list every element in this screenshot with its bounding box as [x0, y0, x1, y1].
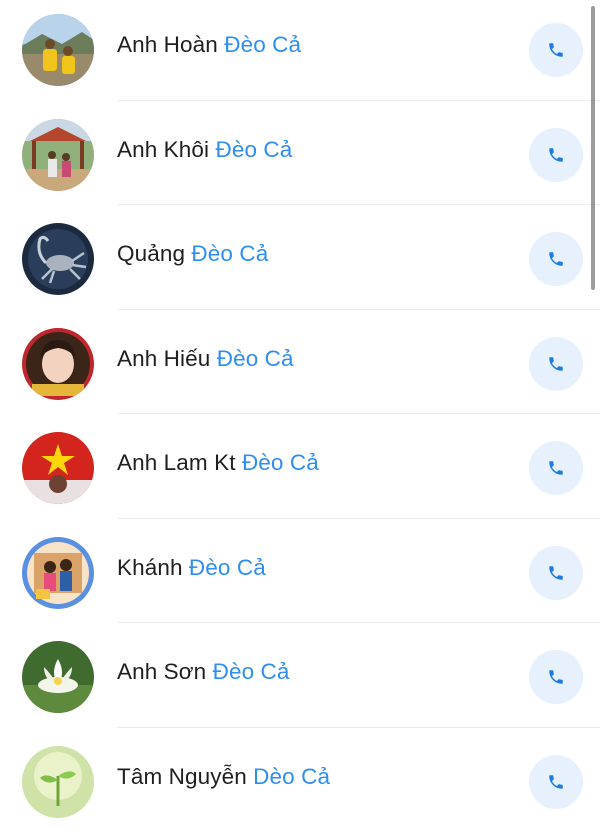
contact-name-highlight: Đèo Cả [224, 32, 301, 57]
contact-name-highlight: Dèo Cả [253, 764, 330, 789]
contact-name: Tâm Nguyễn Dèo Cả [117, 764, 330, 790]
contact-row-tam-nguyen[interactable]: Tâm Nguyễn Dèo Cả [0, 728, 600, 832]
contact-name: Anh Hiếu Đèo Cả [117, 346, 294, 372]
phone-icon [547, 668, 565, 686]
phone-icon [547, 250, 565, 268]
contact-avatar[interactable] [22, 537, 94, 609]
call-button[interactable] [529, 232, 583, 286]
contact-name: Anh Hoàn Đèo Cả [117, 32, 301, 58]
contact-row-anh-hieu[interactable]: Anh Hiếu Đèo Cả [0, 310, 600, 415]
call-button[interactable] [529, 128, 583, 182]
call-button[interactable] [529, 650, 583, 704]
contact-name-highlight: Đèo Cả [191, 241, 268, 266]
contact-first-name: Tâm Nguyễn [117, 764, 247, 789]
contact-first-name: Anh Khôi [117, 137, 209, 162]
contact-name: Anh Khôi Đèo Cả [117, 137, 292, 163]
contact-first-name: Anh Lam Kt [117, 450, 236, 475]
contact-row-anh-khoi[interactable]: Anh Khôi Đèo Cả [0, 101, 600, 206]
contact-name: Anh Lam Kt Đèo Cả [117, 450, 319, 476]
contact-first-name: Anh Hiếu [117, 346, 210, 371]
contact-name-highlight: Đèo Cả [213, 659, 290, 684]
contact-row-anh-son[interactable]: Anh Sơn Đèo Cả [0, 623, 600, 728]
scrollbar[interactable] [591, 6, 595, 290]
contact-avatar[interactable] [22, 641, 94, 713]
contact-row-anh-lam-kt[interactable]: Anh Lam Kt Đèo Cả [0, 414, 600, 519]
call-button[interactable] [529, 441, 583, 495]
phone-icon [547, 773, 565, 791]
contact-first-name: Quảng [117, 241, 185, 266]
contact-avatar[interactable] [22, 14, 94, 86]
call-button[interactable] [529, 755, 583, 809]
contact-first-name: Anh Sơn [117, 659, 206, 684]
contact-first-name: Anh Hoàn [117, 32, 218, 57]
contact-row-quang[interactable]: Quảng Đèo Cả [0, 205, 600, 310]
contact-list: Anh Hoàn Đèo Cả Anh Khôi Đ [0, 0, 600, 832]
phone-icon [547, 564, 565, 582]
contact-avatar[interactable] [22, 746, 94, 818]
contact-avatar[interactable] [22, 119, 94, 191]
phone-icon [547, 146, 565, 164]
contact-name: Anh Sơn Đèo Cả [117, 659, 290, 685]
contact-name: Khánh Đèo Cả [117, 555, 266, 581]
contact-name: Quảng Đèo Cả [117, 241, 268, 267]
phone-icon [547, 459, 565, 477]
contact-avatar[interactable] [22, 223, 94, 295]
call-button[interactable] [529, 546, 583, 600]
contact-avatar[interactable] [22, 432, 94, 504]
contact-name-highlight: Đèo Cả [189, 555, 266, 580]
contact-row-khanh[interactable]: Khánh Đèo Cả [0, 519, 600, 624]
contact-name-highlight: Đèo Cả [215, 137, 292, 162]
contact-row-anh-hoan[interactable]: Anh Hoàn Đèo Cả [0, 0, 600, 101]
phone-icon [547, 41, 565, 59]
contact-name-highlight: Đèo Cả [217, 346, 294, 371]
contact-avatar[interactable] [22, 328, 94, 400]
contact-name-highlight: Đèo Cả [242, 450, 319, 475]
contact-first-name: Khánh [117, 555, 183, 580]
call-button[interactable] [529, 23, 583, 77]
phone-icon [547, 355, 565, 373]
call-button[interactable] [529, 337, 583, 391]
